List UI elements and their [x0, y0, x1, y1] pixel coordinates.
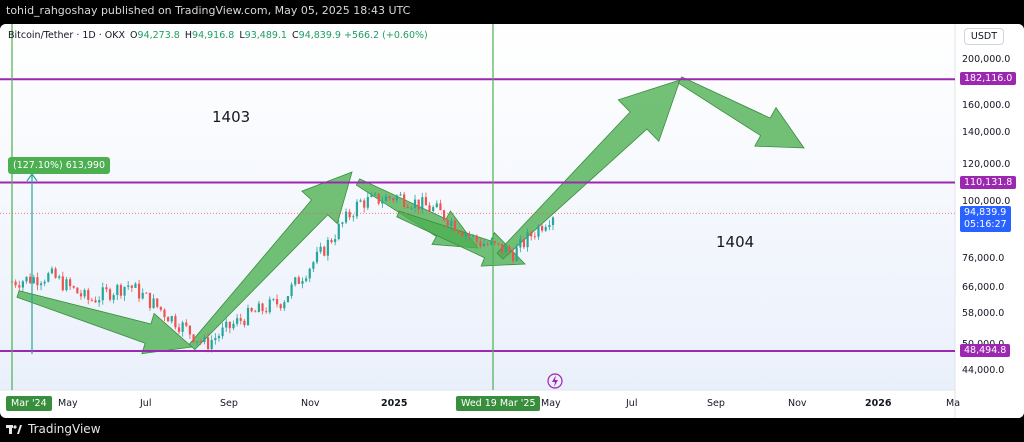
open-label: O	[130, 30, 138, 41]
current-price-value: 94,839.9	[964, 207, 1007, 219]
open-value: 94,273.8	[137, 30, 180, 41]
currency-button[interactable]: USDT	[963, 28, 1004, 45]
time-marker-label: Wed 19 Mar '25	[456, 396, 541, 411]
time-tick-label: May	[541, 398, 561, 409]
time-start-label: Mar '24	[6, 396, 52, 411]
candle	[192, 334, 195, 343]
current-price-label: 94,839.9 05:16:27	[960, 206, 1011, 233]
time-tick-label: Jul	[140, 398, 152, 409]
tradingview-logo-icon	[6, 425, 22, 434]
candle	[453, 218, 457, 232]
publish-info: tohid_rahgoshay published on TradingView…	[6, 4, 411, 17]
candle	[108, 287, 112, 302]
level-price-label: 48,494.8	[960, 344, 1011, 358]
time-tick-label: Sep	[707, 398, 725, 409]
time-tick-label: Sep	[220, 398, 238, 409]
level-price-label: 110,131.8	[960, 175, 1017, 189]
close-value: 94,839.9	[298, 30, 341, 41]
time-tick-label: 2026	[865, 398, 892, 409]
chart-canvas[interactable]	[0, 24, 1024, 418]
price-tick-label: 76,000.0	[962, 252, 1005, 264]
level-price-label: 182,116.0	[960, 72, 1017, 86]
price-tick-label: 160,000.0	[962, 99, 1011, 111]
low-value: 93,489.1	[244, 30, 287, 41]
candle	[286, 295, 290, 303]
time-tick-label: Nov	[301, 398, 320, 409]
annotation-1403: 1403	[212, 108, 251, 126]
close-label: C	[292, 30, 299, 41]
change-value: +566.2 (+0.60%)	[344, 30, 428, 41]
measure-label: (127.10%) 613,990	[8, 157, 110, 174]
top-bar: tohid_rahgoshay published on TradingView…	[0, 0, 1024, 24]
candle	[156, 298, 159, 309]
candle	[47, 271, 50, 283]
price-tick-label: 44,000.0	[962, 365, 1005, 376]
tradingview-logo[interactable]: TradingView	[6, 422, 101, 436]
chart-panel[interactable]: Bitcoin/Tether · 1D · OKX O94,273.8 H94,…	[0, 24, 1024, 418]
annotation-1404: 1404	[716, 233, 755, 251]
candle	[442, 209, 446, 222]
candle	[355, 199, 359, 220]
time-tick-label: 2025	[381, 398, 408, 409]
symbol-name: Bitcoin/Tether · 1D · OKX	[8, 30, 126, 41]
high-value: 94,916.8	[192, 30, 235, 41]
candle	[323, 245, 326, 257]
candle	[403, 191, 406, 210]
brand-name: TradingView	[28, 422, 101, 436]
price-tick-label: 200,000.0	[962, 54, 1011, 65]
price-tick-label: 66,000.0	[962, 281, 1005, 293]
time-tick-label: May	[58, 398, 78, 409]
price-tick-label: 58,000.0	[962, 308, 1005, 320]
candle-countdown: 05:16:27	[964, 219, 1007, 231]
high-label: H	[184, 30, 193, 41]
price-tick-label: 120,000.0	[962, 158, 1011, 170]
price-tick-label: 140,000.0	[962, 127, 1011, 139]
symbol-legend: Bitcoin/Tether · 1D · OKX O94,273.8 H94,…	[8, 30, 428, 41]
candle	[54, 266, 57, 279]
time-tick-label: Nov	[788, 398, 807, 409]
candle	[76, 287, 79, 294]
time-tick-label: Jul	[626, 398, 638, 409]
time-tick-label: Ma	[946, 398, 961, 409]
bottom-bar: TradingView	[0, 418, 1024, 442]
